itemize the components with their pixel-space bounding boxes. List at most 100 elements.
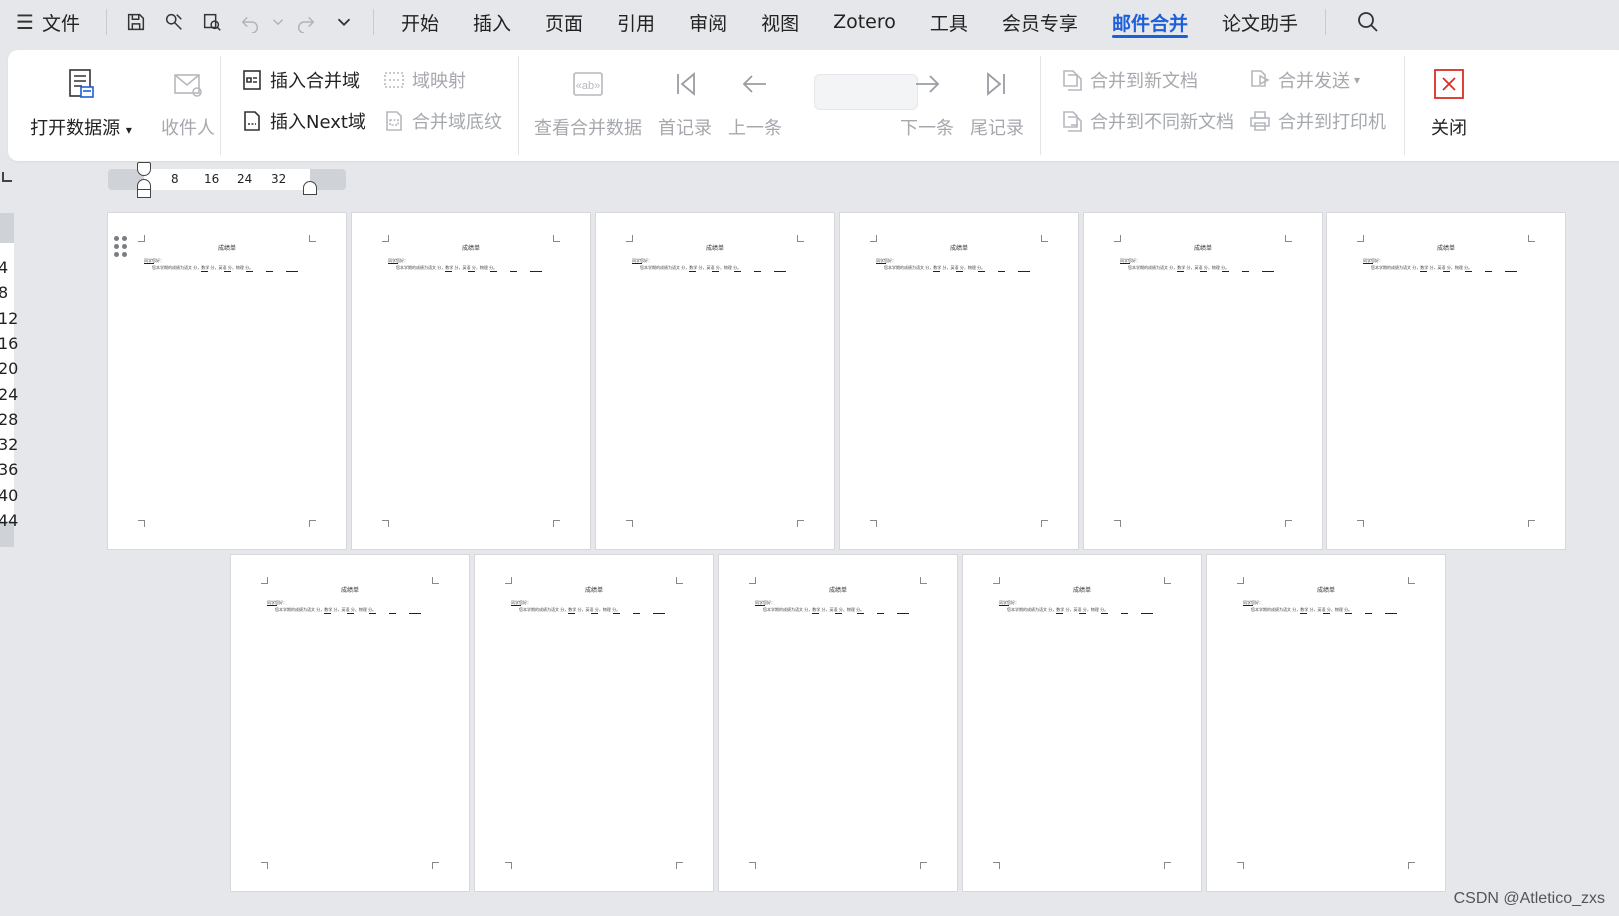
divider xyxy=(518,56,519,155)
merge-field-underline xyxy=(1121,613,1128,614)
field-mapping-button[interactable]: 域映射 xyxy=(382,64,466,96)
page-corner-mark xyxy=(993,577,1000,584)
merge-field-underline xyxy=(266,271,273,272)
first-line-indent-marker[interactable] xyxy=(137,162,151,176)
next-record-button[interactable]: 下一条 xyxy=(896,50,958,161)
page-corner-mark xyxy=(309,235,316,242)
page-title: 成绩单 xyxy=(828,587,847,594)
insert-merge-field-button[interactable]: 插入合并域 xyxy=(240,64,360,96)
tab-zotero[interactable]: Zotero xyxy=(816,0,913,44)
ribbon-tabs: 开始 插入 页面 引用 审阅 视图 Zotero 工具 会员专享 邮件合并 论文… xyxy=(384,0,1315,44)
document-page[interactable]: 成绩单 同学您好： 您本学期的成绩为语文 分，数学 分，英语 分，物理 分。 xyxy=(352,213,590,549)
page-greeting: 同学您好： xyxy=(1363,258,1383,264)
document-page[interactable]: 成绩单 同学您好： 您本学期的成绩为语文 分，数学 分，英语 分，物理 分。 xyxy=(596,213,834,549)
merge-field-underline xyxy=(409,613,421,614)
document-page[interactable]: 成绩单 同学您好： 您本学期的成绩为语文 分，数学 分，英语 分，物理 分。 xyxy=(719,555,957,891)
merge-field-underline xyxy=(1485,271,1492,272)
tab-page[interactable]: 页面 xyxy=(528,0,600,44)
view-merged-data-label: 查看合并数据 xyxy=(534,118,642,139)
document-page[interactable]: 成绩单 同学您好： 您本学期的成绩为语文 分，数学 分，英语 分，物理 分。 xyxy=(108,213,346,549)
document-page[interactable]: 成绩单 同学您好： 您本学期的成绩为语文 分，数学 分，英语 分，物理 分。 xyxy=(840,213,1078,549)
first-record-button[interactable]: 首记录 xyxy=(654,50,716,161)
ruler-tick: 8 xyxy=(0,283,9,303)
print-preview-icon[interactable] xyxy=(193,6,231,38)
merge-field-underline xyxy=(510,271,517,272)
search-icon[interactable] xyxy=(1350,4,1386,40)
tab-references[interactable]: 引用 xyxy=(600,0,672,44)
document-page[interactable]: 成绩单 同学您好： 您本学期的成绩为语文 分，数学 分，英语 分，物理 分。 xyxy=(1207,555,1445,891)
merge-to-new-document-button[interactable]: 合并到新文档 xyxy=(1060,64,1198,96)
merge-field-underline xyxy=(933,271,940,272)
mail-merge-ribbon: 打开数据源 ▾ 收件人 插入合并域 域映射 插入Next域 合并域底纹 «ab»… xyxy=(8,50,1619,161)
undo-icon[interactable] xyxy=(231,6,269,38)
right-indent-marker[interactable] xyxy=(303,181,317,195)
document-page[interactable]: 成绩单 同学您好： 您本学期的成绩为语文 分，数学 分，英语 分，物理 分。 xyxy=(1327,213,1565,549)
last-record-button[interactable]: 尾记录 xyxy=(966,50,1028,161)
tab-membership[interactable]: 会员专享 xyxy=(985,0,1095,44)
page-corner-mark xyxy=(626,235,633,242)
view-merged-data-button[interactable]: «ab» 查看合并数据 xyxy=(530,50,646,161)
tab-thesis-assistant[interactable]: 论文助手 xyxy=(1205,0,1315,44)
page-corner-mark xyxy=(993,862,1000,869)
close-label: 关闭 xyxy=(1431,118,1467,139)
close-mail-merge-button[interactable]: 关闭 xyxy=(1418,50,1480,161)
merge-field-underline xyxy=(246,271,253,272)
document-page[interactable]: 成绩单 同学您好： 您本学期的成绩为语文 分，数学 分，英语 分，物理 分。 xyxy=(231,555,469,891)
merge-to-separate-documents-button[interactable]: 合并到不同新文档 xyxy=(1060,105,1234,137)
ruler-tick: 44 xyxy=(0,511,19,530)
merge-field-shading-label: 合并域底纹 xyxy=(412,112,502,133)
insert-next-field-button[interactable]: 插入Next域 xyxy=(240,105,366,137)
tab-home[interactable]: 开始 xyxy=(384,0,456,44)
customize-toolbar-chevron-icon[interactable] xyxy=(325,6,363,38)
recipients-button[interactable]: 收件人 xyxy=(148,50,228,161)
first-record-label: 首记录 xyxy=(658,118,712,139)
merge-field-underline xyxy=(653,613,665,614)
page-corner-mark xyxy=(870,520,877,527)
ruler-tick: 12 xyxy=(0,308,19,328)
undo-dropdown-icon[interactable] xyxy=(269,6,287,38)
menu-bar: ☰ 文件 开始 插入 页面 引用 审阅 视图 Zotero 工具 会员专享 邮件… xyxy=(0,0,1619,44)
open-data-source-button[interactable]: 打开数据源 ▾ xyxy=(30,50,132,161)
file-menu[interactable]: ☰ 文件 xyxy=(0,9,96,36)
tab-tools[interactable]: 工具 xyxy=(913,0,985,44)
first-record-icon xyxy=(668,64,702,104)
page-corner-mark xyxy=(553,520,560,527)
document-page[interactable]: 成绩单 同学您好： 您本学期的成绩为语文 分，数学 分，英语 分，物理 分。 xyxy=(1084,213,1322,549)
page-corner-mark xyxy=(432,577,439,584)
page-corner-mark xyxy=(749,577,756,584)
drag-handle-icon[interactable] xyxy=(114,236,128,258)
watermark: CSDN @Atletico_zxs xyxy=(1453,890,1605,907)
previous-record-button[interactable]: 上一条 xyxy=(724,50,786,161)
merge-to-printer-button[interactable]: 合并到打印机 xyxy=(1248,105,1386,137)
document-page[interactable]: 成绩单 同学您好： 您本学期的成绩为语文 分，数学 分，英语 分，物理 分。 xyxy=(475,555,713,891)
tab-insert[interactable]: 插入 xyxy=(456,0,528,44)
merge-field-underline xyxy=(324,613,331,614)
merge-field-underline xyxy=(445,271,452,272)
page-greeting: 同学您好： xyxy=(267,600,287,606)
tab-mail-merge[interactable]: 邮件合并 xyxy=(1095,0,1205,44)
page-corner-mark xyxy=(1041,520,1048,527)
merge-send-button[interactable]: 合并发送 ▾ xyxy=(1248,64,1360,96)
insert-merge-field-label: 插入合并域 xyxy=(270,71,360,92)
document-page[interactable]: 成绩单 同学您好： 您本学期的成绩为语文 分，数学 分，英语 分，物理 分。 xyxy=(963,555,1201,891)
save-icon[interactable] xyxy=(117,6,155,38)
page-corner-mark xyxy=(1041,235,1048,242)
merge-field-underline xyxy=(613,613,620,614)
format-painter-icon[interactable] xyxy=(155,6,193,38)
divider xyxy=(373,9,374,35)
insert-next-field-label: 插入Next域 xyxy=(270,112,366,133)
page-corner-mark xyxy=(1164,862,1171,869)
ruler-tick: 32 xyxy=(271,172,287,186)
horizontal-ruler[interactable]: 8 16 24 32 xyxy=(108,162,346,198)
ruler-tick: 36 xyxy=(0,460,19,480)
tab-view[interactable]: 视图 xyxy=(744,0,816,44)
next-record-label: 下一条 xyxy=(900,118,954,139)
page-corner-mark xyxy=(1114,520,1121,527)
merge-field-shading-button[interactable]: 合并域底纹 xyxy=(382,105,502,137)
tab-stop-selector[interactable] xyxy=(2,172,12,182)
tab-review[interactable]: 审阅 xyxy=(672,0,744,44)
ruler-tick: 28 xyxy=(0,409,19,429)
left-indent-marker[interactable] xyxy=(137,189,151,198)
merge-field-underline xyxy=(389,613,396,614)
redo-icon[interactable] xyxy=(287,6,325,38)
